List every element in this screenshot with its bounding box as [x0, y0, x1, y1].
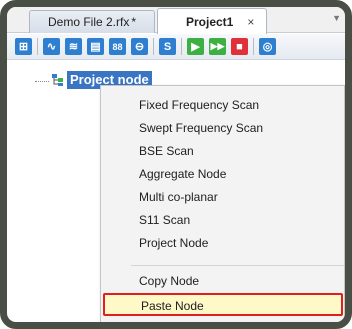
- chevron-down-icon[interactable]: ▼: [332, 13, 341, 23]
- menu-item-multi-coplanar[interactable]: Multi co-planar: [101, 186, 344, 209]
- tab-demo-file-label: Demo File 2.rfx: [47, 15, 130, 29]
- menu-item-project-node[interactable]: Project Node: [101, 232, 344, 255]
- menu-item-swept-frequency-scan[interactable]: Swept Frequency Scan: [101, 117, 344, 140]
- coplanar-icon[interactable]: ⊖: [131, 38, 148, 55]
- tab-modified-mark: *: [131, 15, 137, 29]
- project-node-icon: [52, 74, 63, 86]
- tree-connector: [35, 81, 49, 82]
- settings-icon[interactable]: ◎: [259, 38, 276, 55]
- tab-demo-file[interactable]: Demo File 2.rfx *: [29, 10, 155, 33]
- waveform-icon[interactable]: ∿: [43, 38, 60, 55]
- swept-wave-icon[interactable]: ≋: [65, 38, 82, 55]
- stop-icon[interactable]: ■: [231, 38, 248, 55]
- menu-item-s11-scan[interactable]: S11 Scan: [101, 209, 344, 232]
- play-icon[interactable]: ▶: [187, 38, 204, 55]
- menu-separator: [131, 265, 344, 266]
- toolbar-separator: [153, 38, 154, 55]
- toolbar-separator: [253, 38, 254, 55]
- tab-project1-label: Project1: [186, 14, 234, 29]
- app-window: Demo File 2.rfx * Project1 × ▼ ⊞ ∿ ≋ ▤ 8…: [0, 0, 352, 329]
- s11-icon[interactable]: S: [159, 38, 176, 55]
- toolbar: ⊞ ∿ ≋ ▤ 88 ⊖ S ▶ ▶▶ ■ ◎: [7, 34, 345, 60]
- fast-forward-icon[interactable]: ▶▶: [209, 38, 226, 55]
- context-menu: Fixed Frequency Scan Swept Frequency Sca…: [100, 85, 345, 322]
- project-tree-icon[interactable]: ⊞: [15, 38, 32, 55]
- document-tab-bar: Demo File 2.rfx * Project1 × ▼: [7, 7, 345, 34]
- tab-project1[interactable]: Project1 ×: [157, 8, 267, 34]
- menu-item-fixed-frequency-scan[interactable]: Fixed Frequency Scan: [101, 94, 344, 117]
- menu-item-copy-node[interactable]: Copy Node: [101, 270, 344, 293]
- menu-item-bse-scan[interactable]: BSE Scan: [101, 140, 344, 163]
- close-icon[interactable]: ×: [247, 15, 254, 29]
- toolbar-separator: [181, 38, 182, 55]
- document-icon[interactable]: ▤: [87, 38, 104, 55]
- aggregate-icon[interactable]: 88: [109, 38, 126, 55]
- menu-item-aggregate-node[interactable]: Aggregate Node: [101, 163, 344, 186]
- toolbar-separator: [37, 38, 38, 55]
- menu-item-paste-node[interactable]: Paste Node: [103, 293, 343, 316]
